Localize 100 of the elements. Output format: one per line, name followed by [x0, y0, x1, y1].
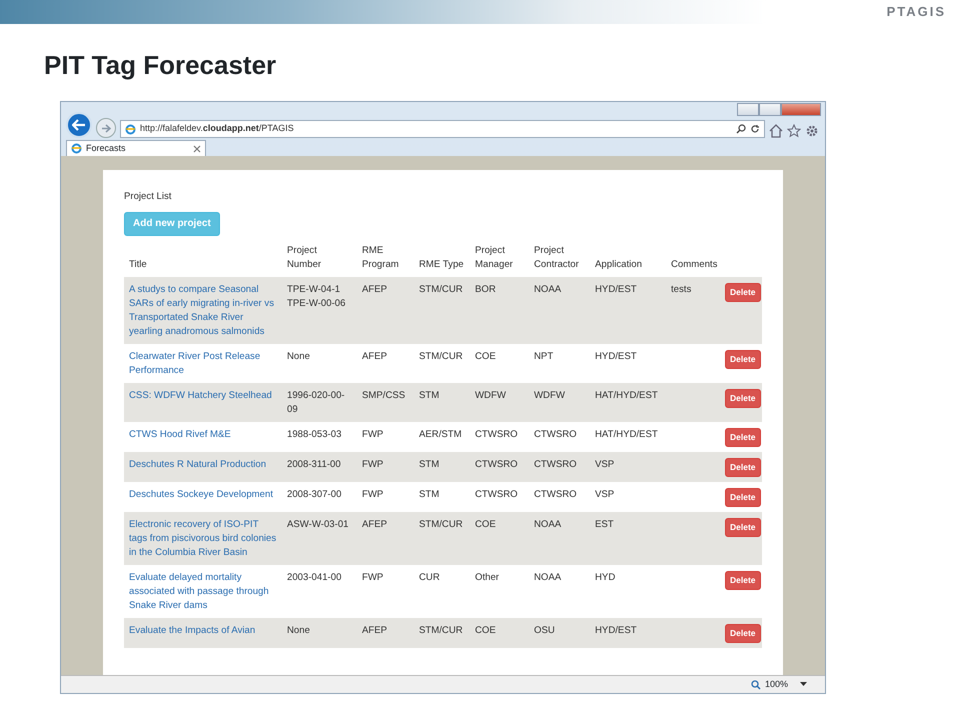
table-cell: CUR	[419, 572, 440, 584]
table-cell: COE	[475, 519, 496, 530]
maximize-button[interactable]	[759, 103, 781, 116]
table-cell: STM/CUR	[419, 351, 463, 362]
table-cell: 2003-041-00	[287, 572, 342, 584]
table-cell: HYD/EST	[595, 284, 637, 296]
table-cell: WDFW	[475, 390, 506, 402]
table-cell: STM/CUR	[419, 284, 463, 296]
table-cell: COE	[475, 351, 496, 362]
delete-button[interactable]: Delete	[725, 283, 761, 302]
arrow-icon	[101, 124, 111, 132]
table-cell: NOAA	[534, 572, 562, 584]
page-icon	[125, 124, 136, 134]
table-cell: FWP	[362, 489, 384, 500]
table-cell: VSP	[595, 459, 614, 470]
column-header: Project Contractor	[534, 245, 579, 270]
table-cell: AFEP	[362, 351, 388, 362]
column-header: Application	[595, 259, 642, 270]
table-cell: CTWSRO	[534, 459, 577, 470]
zoom-level[interactable]: 100%	[764, 678, 788, 692]
column-header: Project Manager	[475, 245, 513, 270]
browser-tab[interactable]: Forecasts	[66, 140, 206, 156]
address-bar[interactable]: http://falafeldev.cloudapp.net/PTAGIS	[120, 120, 765, 138]
back-button[interactable]	[66, 112, 92, 138]
search-icon[interactable]	[736, 124, 746, 134]
star-icon[interactable]	[787, 124, 801, 138]
table-cell: FWP	[362, 429, 384, 440]
minimize-button[interactable]	[737, 103, 759, 116]
table-cell: NPT	[534, 351, 554, 362]
column-header: Project Number	[287, 245, 322, 270]
table-cell: SMP/CSS	[362, 390, 406, 402]
close-icon[interactable]	[193, 144, 201, 152]
table-cell: HYD/EST	[595, 625, 637, 636]
delete-button[interactable]: Delete	[725, 518, 761, 538]
table-cell: tests	[671, 284, 692, 296]
table-cell: 1988-053-03	[287, 429, 342, 440]
table-cell: ASW-W-03-01	[287, 519, 348, 530]
table-cell: HYD	[595, 572, 616, 584]
table-cell: None	[287, 625, 310, 636]
delete-button[interactable]: Delete	[725, 350, 761, 370]
project-title-link[interactable]: Deschutes Sockeye Development	[129, 488, 277, 502]
table-cell: COE	[475, 625, 496, 636]
zoom-icon[interactable]	[750, 680, 761, 690]
table-cell: AFEP	[362, 625, 388, 636]
table-cell: 1996-020-00-09	[287, 390, 345, 416]
table-cell: EST	[595, 519, 614, 530]
table-cell: NOAA	[534, 284, 562, 296]
column-header: RME Program	[362, 245, 399, 270]
table-cell: CTWSRO	[475, 459, 518, 470]
settings-icon[interactable]	[805, 124, 819, 138]
delete-button[interactable]: Delete	[725, 624, 761, 644]
table-cell: CTWSRO	[475, 489, 518, 500]
page-icon	[71, 143, 82, 154]
table-cell: HYD/EST	[595, 351, 637, 362]
table-cell: CTWSRO	[534, 489, 577, 500]
project-title-link[interactable]: Evaluate delayed mortality associated with passage through Snake River dams	[129, 571, 277, 614]
delete-button[interactable]: Delete	[725, 428, 761, 448]
home-icon[interactable]	[769, 124, 783, 138]
slide-title: PIT Tag Forecaster	[44, 50, 278, 82]
table-cell: STM	[419, 459, 440, 470]
table-cell: 2008-311-00	[287, 459, 341, 470]
delete-button[interactable]: Delete	[725, 458, 761, 478]
delete-button[interactable]: Delete	[725, 488, 761, 508]
refresh-icon[interactable]	[750, 124, 760, 134]
table-cell: AFEP	[362, 284, 388, 296]
table-cell: TPE-W-04-1 TPE-W-00-06	[287, 284, 346, 310]
table-cell: STM	[419, 390, 440, 402]
table-cell: FWP	[362, 572, 384, 584]
table-cell: CTWSRO	[534, 429, 577, 440]
column-header: Comments	[671, 259, 718, 270]
table-cell: CTWSRO	[475, 429, 518, 440]
table-cell: AFEP	[362, 519, 388, 530]
table-cell: HAT/HYD/EST	[595, 390, 658, 402]
table-cell: STM/CUR	[419, 519, 463, 530]
arrow-icon	[72, 119, 86, 131]
table-cell: Other	[475, 572, 499, 584]
table-cell: None	[287, 351, 310, 362]
ptagis-logo: PTAGIS	[886, 3, 946, 22]
table-cell: FWP	[362, 459, 384, 470]
delete-button[interactable]: Delete	[725, 389, 761, 408]
column-header: Title	[129, 259, 147, 270]
table-cell: STM/CUR	[419, 625, 463, 636]
forward-button[interactable]	[96, 118, 116, 138]
project-title-link[interactable]: Clearwater River Post Release Performance	[129, 350, 277, 378]
tab-title: Forecasts	[86, 142, 127, 155]
delete-button[interactable]: Delete	[725, 571, 761, 590]
column-header: RME Type	[419, 259, 464, 270]
table-cell: OSU	[534, 625, 555, 636]
table-cell: VSP	[595, 489, 614, 500]
url-text: http://falafeldev.cloudapp.net/PTAGIS	[140, 122, 295, 136]
table-cell: STM	[419, 489, 440, 500]
table-cell: 2008-307-00	[287, 489, 342, 500]
caret-icon[interactable]	[800, 682, 807, 687]
table-cell: HAT/HYD/EST	[595, 429, 658, 440]
page-heading: Project List	[124, 190, 172, 204]
table-cell: AER/STM	[419, 429, 462, 440]
project-title-link[interactable]: CTWS Hood Rivef M&E	[129, 428, 277, 442]
table-cell: WDFW	[534, 390, 565, 402]
table-cell: BOR	[475, 284, 496, 296]
table-cell: NOAA	[534, 519, 562, 530]
